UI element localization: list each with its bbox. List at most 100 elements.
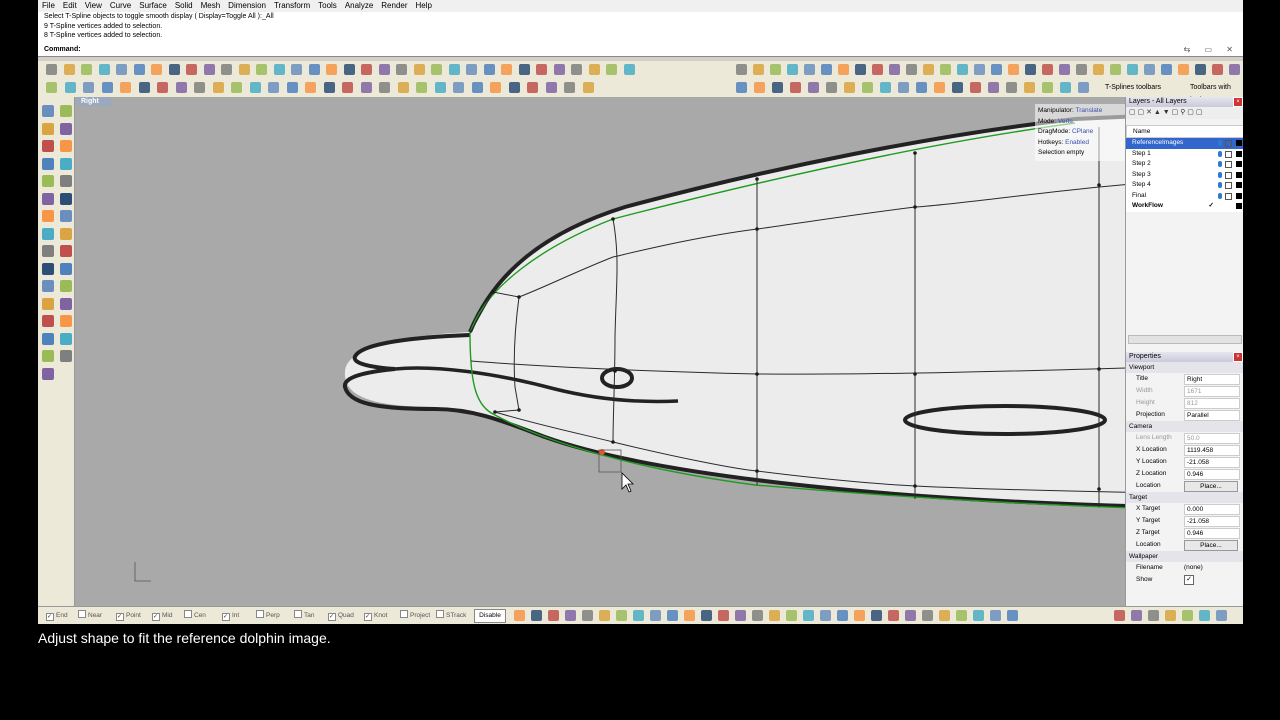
tsplines-edit-tool-icon[interactable] (1024, 82, 1035, 93)
tsplines-tool-icon[interactable] (787, 64, 798, 75)
edit-tool-icon[interactable] (527, 82, 538, 93)
tsplines-tool-icon[interactable] (838, 64, 849, 75)
menu-file[interactable]: File (38, 0, 59, 12)
layer-color-swatch[interactable] (1236, 140, 1242, 146)
status-tool-icon[interactable] (565, 610, 576, 621)
layers-column-header[interactable]: Name (1126, 125, 1243, 138)
tsplines-tool-icon[interactable] (855, 64, 866, 75)
left-tool-icon[interactable] (60, 280, 72, 292)
lightbulb-icon[interactable] (1218, 192, 1222, 199)
lightbulb-icon[interactable] (1218, 161, 1222, 167)
osnap-end[interactable]: End (46, 610, 68, 621)
menu-dimension[interactable]: Dimension (224, 0, 270, 12)
status-tool-icon[interactable] (548, 610, 559, 621)
edit-tool-icon[interactable] (231, 82, 242, 93)
y-location-field[interactable]: -21.058 (1184, 457, 1240, 468)
status-right-tool-icon[interactable] (1199, 610, 1210, 621)
osnap-checkbox[interactable] (46, 613, 54, 621)
standard-tool-icon[interactable] (133, 64, 145, 75)
status-tool-icon[interactable] (820, 610, 831, 621)
tsplines-tool-icon[interactable] (1093, 64, 1104, 75)
standard-tool-icon[interactable] (413, 64, 425, 75)
status-tool-icon[interactable] (718, 610, 729, 621)
z-location-field[interactable]: 0.946 (1184, 469, 1240, 480)
standard-tool-icon[interactable] (588, 64, 600, 75)
tsplines-tool-icon[interactable] (736, 64, 747, 75)
lock-icon[interactable] (1225, 150, 1232, 158)
layer-row[interactable]: WorkFlow ✓ (1126, 201, 1243, 212)
left-tool-icon[interactable] (60, 105, 72, 117)
tsplines-edit-tool-icon[interactable] (988, 82, 999, 93)
edit-tool-icon[interactable] (508, 82, 520, 93)
standard-tool-icon[interactable] (308, 64, 320, 75)
edit-tool-icon[interactable] (323, 82, 335, 93)
status-tool-icon[interactable] (531, 610, 542, 621)
standard-tool-icon[interactable] (361, 64, 372, 75)
lock-icon[interactable] (1225, 171, 1232, 179)
osnap-checkbox[interactable] (400, 610, 408, 618)
left-tool-icon[interactable] (60, 350, 72, 362)
left-tool-icon[interactable] (42, 350, 54, 362)
tsplines-tool-icon[interactable] (906, 64, 917, 75)
target-place-button[interactable]: Place... (1184, 540, 1238, 551)
tsplines-tool-icon[interactable] (872, 64, 883, 75)
tsplines-tool-icon[interactable] (1195, 64, 1206, 75)
standard-tool-icon[interactable] (396, 64, 407, 75)
edit-tool-icon[interactable] (416, 82, 427, 93)
edit-tool-icon[interactable] (120, 82, 131, 93)
left-tool-icon[interactable] (42, 315, 54, 327)
left-tool-icon[interactable] (42, 297, 54, 310)
standard-tool-icon[interactable] (168, 64, 180, 75)
tsplines-tool-icon[interactable] (1144, 64, 1155, 75)
left-tool-icon[interactable] (60, 192, 72, 205)
standard-tool-icon[interactable] (238, 64, 250, 75)
show-checkbox[interactable]: ✓ (1184, 575, 1194, 585)
standard-tool-icon[interactable] (63, 64, 75, 75)
status-tool-icon[interactable] (837, 610, 848, 621)
tsplines-tool-icon[interactable] (770, 64, 781, 75)
osnap-project[interactable]: Project (400, 610, 430, 621)
tsplines-tool-icon[interactable] (1025, 64, 1036, 75)
tsplines-edit-tool-icon[interactable] (1006, 82, 1017, 93)
layer-row[interactable]: ReferenceImages (1126, 138, 1243, 149)
osnap-checkbox[interactable] (294, 610, 302, 618)
osnap-mid[interactable]: Mid (152, 610, 172, 621)
left-tool-icon[interactable] (42, 140, 54, 152)
tsplines-edit-tool-icon[interactable] (862, 82, 873, 93)
left-tool-icon[interactable] (60, 245, 72, 257)
layer-row[interactable]: Step 2 (1126, 159, 1243, 170)
layer-color-swatch[interactable] (1236, 182, 1242, 188)
osnap-tan[interactable]: Tan (294, 610, 314, 621)
status-tool-icon[interactable] (684, 610, 695, 621)
lightbulb-icon[interactable] (1218, 140, 1222, 146)
status-right-tool-icon[interactable] (1148, 610, 1159, 621)
edit-tool-icon[interactable] (286, 82, 298, 93)
status-tool-icon[interactable] (752, 610, 763, 621)
tsplines-tool-icon[interactable] (753, 64, 764, 75)
tsplines-edit-tool-icon[interactable] (772, 82, 783, 93)
menu-transform[interactable]: Transform (270, 0, 314, 12)
osnap-checkbox[interactable] (436, 610, 444, 618)
projection-select[interactable]: Parallel (1184, 410, 1240, 421)
status-tool-icon[interactable] (582, 610, 593, 621)
status-tool-icon[interactable] (956, 610, 967, 621)
x-location-field[interactable]: 1119.458 (1184, 445, 1240, 456)
osnap-disable-button[interactable]: Disable (474, 609, 506, 623)
edit-tool-icon[interactable] (434, 82, 446, 93)
layer-color-swatch[interactable] (1236, 150, 1242, 157)
standard-tool-icon[interactable] (81, 64, 92, 75)
tsplines-tool-icon[interactable] (991, 64, 1002, 75)
edit-tool-icon[interactable] (453, 82, 464, 93)
menu-mesh[interactable]: Mesh (197, 0, 225, 12)
status-tool-icon[interactable] (939, 610, 950, 621)
status-right-tool-icon[interactable] (1165, 610, 1176, 621)
camera-place-button[interactable]: Place... (1184, 481, 1238, 492)
edit-tool-icon[interactable] (397, 82, 409, 93)
edit-tool-icon[interactable] (194, 82, 205, 93)
standard-tool-icon[interactable] (466, 64, 477, 75)
standard-tool-icon[interactable] (343, 64, 355, 75)
edit-tool-icon[interactable] (138, 82, 150, 93)
edit-tool-icon[interactable] (360, 82, 372, 93)
status-tool-icon[interactable] (803, 610, 814, 621)
tsplines-toolbars-button[interactable]: T-Splines toolbars (1105, 82, 1161, 94)
